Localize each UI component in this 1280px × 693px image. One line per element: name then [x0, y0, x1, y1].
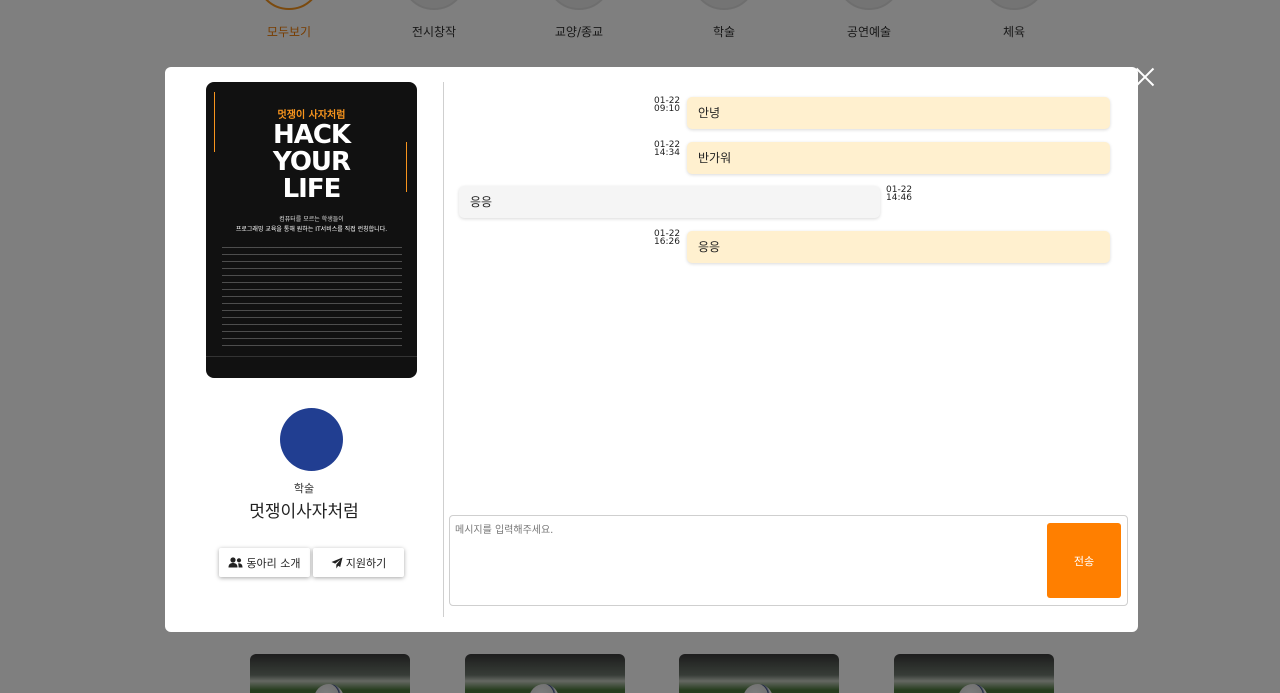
poster-description: 프로그래밍 교육을 통해 원하는 IT서비스를 직접 런칭합니다.	[235, 226, 388, 233]
club-chat-modal: 멋쟁이 사자처럼 HACK YOUR LIFE 컴퓨터를 모르는 학생들이 프로…	[165, 67, 1138, 632]
poster-subtitle: 멋쟁이 사자처럼	[277, 110, 346, 121]
users-icon	[228, 557, 243, 568]
club-intro-label: 동아리 소개	[246, 556, 301, 570]
message-composer: 전송	[449, 515, 1128, 606]
poster-description: 컴퓨터를 모르는 학생들이	[279, 216, 344, 223]
message-timestamp: 01-22 14:34	[654, 140, 681, 158]
message-timestamp: 01-22 14:46	[886, 185, 913, 203]
poster-title: HACK YOUR LIFE	[272, 120, 351, 204]
apply-button[interactable]: 지원하기	[313, 548, 404, 577]
club-category: 학술	[293, 482, 315, 495]
message-bubble-mine: 반가워	[687, 142, 1110, 174]
panel-divider	[443, 82, 444, 617]
club-intro-button[interactable]: 동아리 소개	[219, 548, 310, 577]
message-bubble-mine: 응응	[687, 231, 1110, 263]
message-bubble-other: 응응	[459, 186, 880, 218]
message-input[interactable]	[455, 521, 1040, 599]
message-timestamp: 01-22 09:10	[654, 96, 681, 114]
club-info-panel: 멋쟁이 사자처럼 HACK YOUR LIFE 컴퓨터를 모르는 학생들이 프로…	[165, 67, 443, 632]
message-bubble-mine: 안녕	[687, 97, 1110, 129]
club-name: 멋쟁이사자처럼	[249, 502, 359, 522]
send-button[interactable]: 전송	[1047, 523, 1121, 598]
poster-fine-print	[222, 247, 402, 352]
club-avatar	[280, 408, 343, 471]
poster-footer	[206, 356, 417, 378]
paper-plane-icon	[331, 557, 343, 568]
club-poster-image: 멋쟁이 사자처럼 HACK YOUR LIFE 컴퓨터를 모르는 학생들이 프로…	[206, 82, 417, 378]
apply-label: 지원하기	[345, 556, 387, 570]
message-timestamp: 01-22 16:26	[654, 229, 681, 247]
